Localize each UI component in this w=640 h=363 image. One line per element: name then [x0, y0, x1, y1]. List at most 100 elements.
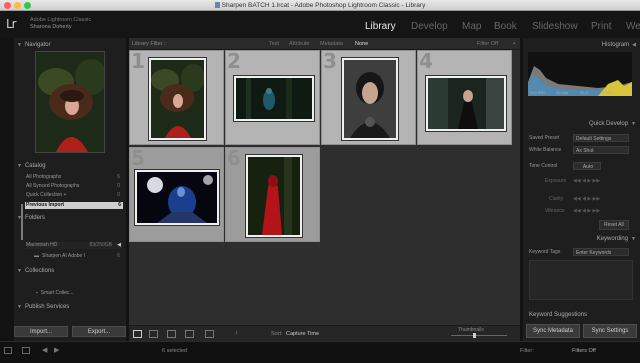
filmstrip-bar: ◀ ▶ 6 selected Filter: Filters Off	[0, 341, 640, 363]
collapse-triangle-icon: ▼	[631, 236, 636, 242]
folders-header[interactable]: ▼ Folders	[14, 213, 126, 223]
cell-number: 4	[419, 49, 433, 73]
back-arrow-icon[interactable]: ◀	[42, 346, 47, 354]
right-panel: Histogram ◀ ISO 800 45 mm f/5.6 1/125 Qui…	[523, 38, 640, 341]
folder-icon: ▬	[34, 253, 39, 259]
folder-volume-row[interactable]: Macintosh HD 83/250GB ◀	[26, 242, 122, 249]
sync-settings-button[interactable]: Sync Settings	[583, 324, 637, 338]
module-develop[interactable]: Develop	[411, 21, 448, 32]
slider-knob[interactable]	[473, 333, 476, 338]
filmstrip-filter-label: Filter:	[520, 348, 534, 354]
photo-thumbnail[interactable]	[426, 76, 506, 131]
vibrance-row: Vibrance ◀◀ ◀ ▶ ▶▶	[545, 207, 601, 215]
catalog-item-all-photographs[interactable]: All Photographs 6	[26, 174, 122, 181]
grid-view: Library Filter : Text Attribute Metadata…	[129, 38, 520, 341]
catalog-item-quick-collection[interactable]: Quick Collection +0	[26, 192, 122, 199]
keywording-header[interactable]: Keywording ▼	[523, 234, 640, 244]
clarity-steppers[interactable]: ◀◀ ◀ ▶ ▶▶	[573, 195, 600, 203]
module-print[interactable]: Print	[591, 21, 612, 32]
grid-cell[interactable]: 2	[225, 49, 320, 145]
identity-line1: Adobe Lightroom Classic	[30, 17, 92, 23]
collection-item-smart[interactable]: ▪ Smart Collec...	[26, 290, 122, 297]
thumbnail-image	[236, 78, 312, 119]
module-map[interactable]: Map	[462, 21, 481, 32]
photo-thumbnail[interactable]	[246, 155, 302, 237]
filter-metadata[interactable]: Metadata	[320, 41, 343, 47]
grid-cell[interactable]: 3	[321, 49, 416, 145]
filter-none[interactable]: None	[355, 41, 368, 47]
compare-view-icon[interactable]	[167, 330, 176, 338]
sync-metadata-button[interactable]: Sync Metadata	[526, 324, 580, 338]
exposure-row: Exposure ◀◀ ◀ ▶ ▶▶	[545, 177, 601, 185]
selection-count: 6 selected	[162, 348, 188, 354]
module-library[interactable]: Library	[365, 21, 396, 32]
photo-thumbnail[interactable]	[149, 58, 206, 140]
smart-collection-icon: ▪	[36, 290, 38, 296]
filmstrip-filter-dropdown[interactable]: Filters Off	[572, 348, 596, 354]
keyword-tags-row: Keyword Tags Enter Keywords	[529, 248, 633, 256]
sort-direction-icon[interactable]: ↕	[235, 330, 238, 336]
survey-view-icon[interactable]	[185, 330, 194, 338]
navigator-preview[interactable]	[35, 51, 105, 153]
sort-dropdown[interactable]: Capture Time	[286, 331, 319, 337]
saved-preset-dropdown[interactable]: Default Settings	[573, 134, 629, 142]
catalog-header[interactable]: ▼ Catalog	[14, 161, 126, 171]
grid-icon[interactable]	[22, 347, 30, 354]
grid-cell[interactable]: 5	[129, 146, 224, 242]
loupe-view-icon[interactable]	[149, 330, 158, 338]
exposure-steppers[interactable]: ◀◀ ◀ ▶ ▶▶	[573, 177, 600, 185]
lightroom-logo: Lr	[6, 17, 17, 31]
photo-thumbnail[interactable]	[234, 76, 314, 121]
filter-attribute[interactable]: Attribute	[289, 41, 309, 47]
grid-cell[interactable]: 4	[417, 49, 512, 145]
module-web[interactable]: We	[626, 21, 640, 32]
filter-off-dropdown[interactable]: Filter Off	[477, 41, 498, 47]
left-panel: ▼ Navigator ▼ Catalog All Photographs 6 All…	[14, 38, 126, 341]
folder-row[interactable]: ▬ Sharpen AI Adobe I6	[26, 253, 122, 260]
module-slideshow[interactable]: Slideshow	[532, 21, 578, 32]
volume-menu-icon[interactable]: ◀	[117, 242, 121, 249]
white-balance-dropdown[interactable]: As Shot	[573, 146, 629, 154]
reset-all-button[interactable]: Reset All	[599, 220, 629, 230]
quick-develop-header[interactable]: Quick Develop ▼	[523, 119, 640, 129]
collections-header[interactable]: ▼ Collections	[14, 266, 126, 276]
vibrance-steppers[interactable]: ◀◀ ◀ ▶ ▶▶	[573, 207, 600, 215]
export-button[interactable]: Export...	[72, 326, 126, 337]
import-button[interactable]: Import...	[14, 326, 68, 337]
saved-preset-row: Saved Preset Default Settings	[529, 134, 633, 142]
grid-cell[interactable]: 6	[225, 146, 320, 242]
keyword-tags-dropdown[interactable]: Enter Keywords	[573, 248, 629, 256]
histogram-header[interactable]: Histogram ◀	[523, 40, 640, 50]
collapse-triangle-icon: ▼	[17, 215, 22, 221]
thumbnails-label: Thumbnails	[458, 327, 484, 333]
collapse-triangle-icon: ▼	[17, 42, 22, 48]
white-balance-row: White Balance As Shot	[529, 146, 633, 154]
grid-cell[interactable]: 1	[129, 49, 224, 145]
reset-all-row: Reset All	[529, 220, 633, 230]
thumbnail-image	[248, 157, 300, 235]
grid-view-icon[interactable]	[133, 330, 142, 338]
forward-arrow-icon[interactable]: ▶	[54, 346, 59, 354]
document-icon	[214, 2, 220, 8]
navigator-image	[36, 52, 104, 152]
publish-services-header[interactable]: ▼ Publish Services	[14, 302, 126, 312]
keyword-entry-area[interactable]	[529, 260, 633, 300]
auto-tone-button[interactable]: Auto	[573, 162, 601, 170]
navigator-header[interactable]: ▼ Navigator	[14, 40, 126, 50]
thumbnail-size-slider[interactable]	[451, 333, 507, 338]
secondary-display-icon[interactable]	[4, 347, 12, 354]
people-view-icon[interactable]	[205, 330, 214, 338]
module-book[interactable]: Book	[494, 21, 517, 32]
filter-text[interactable]: Text	[269, 41, 279, 47]
lock-icon[interactable]: ▪	[513, 41, 515, 47]
filter-label: Library Filter :	[132, 41, 166, 47]
tone-control-row: Tone Control Auto	[529, 162, 633, 170]
photo-thumbnail[interactable]	[135, 170, 219, 225]
keyword-suggestions-header[interactable]: Keyword Suggestions	[523, 310, 640, 320]
catalog-item-all-synced[interactable]: All Synced Photographs 0	[26, 183, 122, 190]
collapse-triangle-icon: ▼	[17, 268, 22, 274]
catalog-item-previous-import[interactable]: Previous Import 6	[25, 202, 123, 209]
histogram-aperture: f/5.6	[580, 90, 589, 95]
cell-number: 2	[227, 49, 241, 73]
photo-thumbnail[interactable]	[342, 58, 398, 140]
